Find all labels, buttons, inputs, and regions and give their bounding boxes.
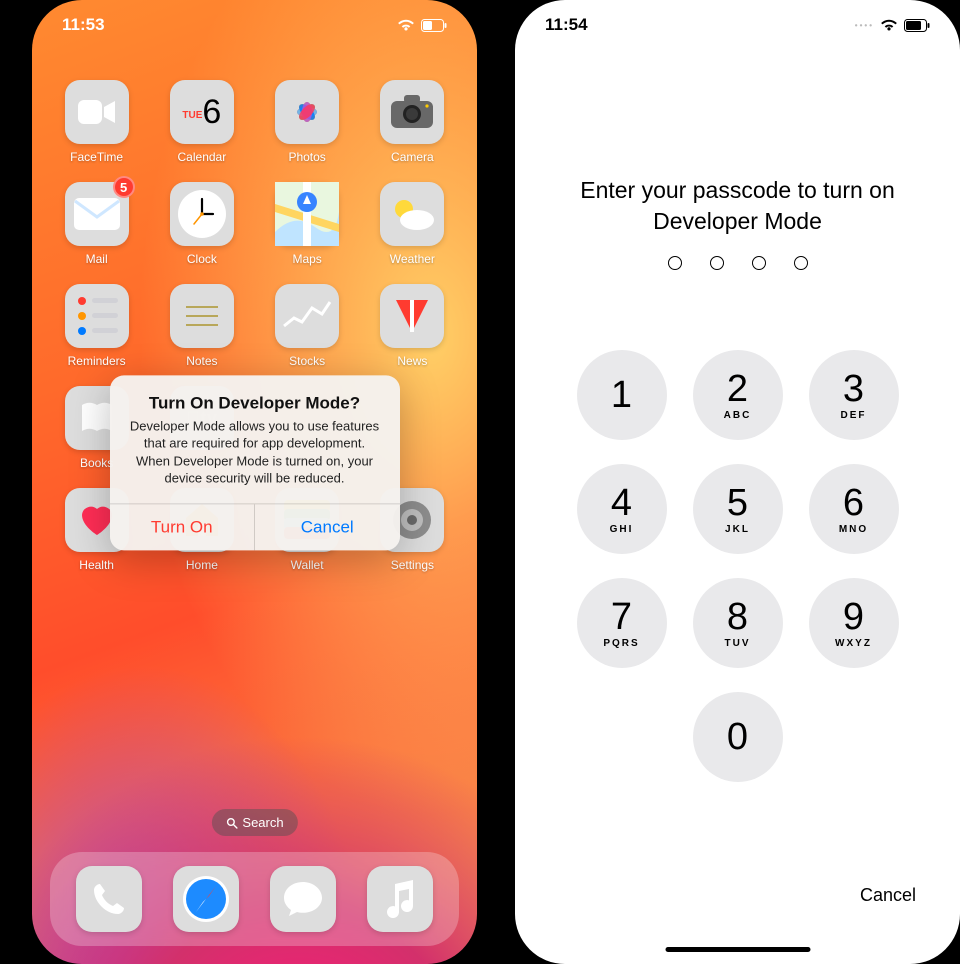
keypad-letters: ABC <box>724 410 752 421</box>
keypad-6[interactable]: 6 MNO <box>809 464 899 554</box>
keypad-letters: PQRS <box>603 638 639 649</box>
alert-cancel-button[interactable]: Cancel <box>255 504 400 550</box>
passcode-dot <box>794 256 808 270</box>
keypad-3[interactable]: 3 DEF <box>809 350 899 440</box>
cellular-icon: •••• <box>855 21 874 30</box>
alert-title: Turn On Developer Mode? <box>110 375 400 417</box>
passcode-screen-device: 11:54 •••• Enter your passcode to turn o… <box>515 0 960 964</box>
wifi-icon <box>880 18 898 32</box>
keypad-7[interactable]: 7 PQRS <box>577 578 667 668</box>
battery-icon <box>904 19 930 32</box>
home-indicator[interactable] <box>665 947 810 952</box>
keypad-number: 5 <box>727 484 748 522</box>
status-time: 11:54 <box>545 15 588 35</box>
numeric-keypad: 1 2 ABC 3 DEF 4 GHI 5 JKL 6 MNO 7 PQRS 8 TUV 9 WXYZ 0 <box>515 350 960 782</box>
keypad-5[interactable]: 5 JKL <box>693 464 783 554</box>
keypad-number: 2 <box>727 370 748 408</box>
keypad-number: 1 <box>611 376 632 414</box>
keypad-number: 4 <box>611 484 632 522</box>
keypad-number: 0 <box>727 718 748 756</box>
alert-turn-on-button[interactable]: Turn On <box>110 504 256 550</box>
alert-body: Developer Mode allows you to use feature… <box>110 417 400 503</box>
passcode-cancel-button[interactable]: Cancel <box>860 885 916 906</box>
keypad-number: 6 <box>843 484 864 522</box>
keypad-letters: WXYZ <box>835 638 872 649</box>
keypad-number: 7 <box>611 598 632 636</box>
alert-backdrop: Turn On Developer Mode? Developer Mode a… <box>32 0 477 964</box>
passcode-title: Enter your passcode to turn on Developer… <box>515 175 960 237</box>
keypad-letters: JKL <box>725 524 750 535</box>
developer-mode-alert: Turn On Developer Mode? Developer Mode a… <box>110 375 400 550</box>
keypad-number: 9 <box>843 598 864 636</box>
status-right: •••• <box>855 18 930 32</box>
home-screen-device: 11:53 FaceTimeTUE6CalendarPhotosCamera5M… <box>32 0 477 964</box>
keypad-letters: TUV <box>725 638 751 649</box>
status-bar: 11:54 •••• <box>515 0 960 50</box>
passcode-dot <box>710 256 724 270</box>
keypad-letters: MNO <box>839 524 868 535</box>
keypad-8[interactable]: 8 TUV <box>693 578 783 668</box>
keypad-9[interactable]: 9 WXYZ <box>809 578 899 668</box>
keypad-1[interactable]: 1 <box>577 350 667 440</box>
alert-buttons: Turn On Cancel <box>110 503 400 550</box>
passcode-dot <box>752 256 766 270</box>
passcode-dots <box>515 256 960 270</box>
passcode-dot <box>668 256 682 270</box>
keypad-2[interactable]: 2 ABC <box>693 350 783 440</box>
keypad-letters: DEF <box>841 410 867 421</box>
keypad-0[interactable]: 0 <box>693 692 783 782</box>
keypad-letters: GHI <box>610 524 634 535</box>
keypad-4[interactable]: 4 GHI <box>577 464 667 554</box>
keypad-number: 3 <box>843 370 864 408</box>
keypad-number: 8 <box>727 598 748 636</box>
